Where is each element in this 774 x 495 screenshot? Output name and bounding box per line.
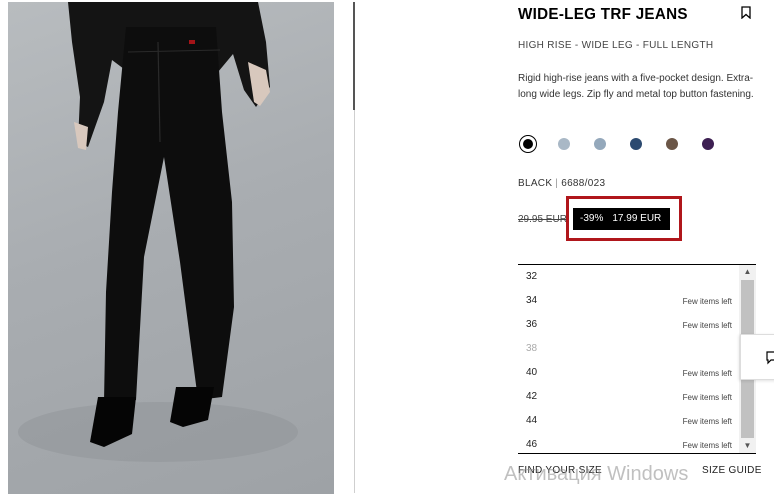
size-label: 46	[526, 439, 538, 450]
size-availability: Few items left	[682, 417, 732, 426]
discount-price-tag: -39% 17.99 EUR	[573, 208, 670, 230]
size-list: 32 34 Few items left 36 Few items left 3…	[518, 264, 756, 454]
model-wearing-jeans-image	[18, 2, 298, 462]
size-label: 44	[526, 415, 538, 426]
color-swatch-light-grey-blue[interactable]	[558, 138, 570, 150]
current-price: 17.99 EUR	[612, 213, 662, 224]
size-option-40[interactable]: 40 Few items left	[518, 361, 736, 385]
color-reference: BLACK | 6688/023	[518, 178, 605, 189]
product-title: WIDE-LEG TRF JEANS	[518, 6, 688, 23]
product-reference: 6688/023	[561, 178, 606, 189]
size-label: 36	[526, 319, 538, 330]
scroll-down-arrow-icon[interactable]: ▼	[739, 439, 756, 453]
size-label: 34	[526, 295, 538, 306]
color-swatches	[519, 135, 739, 155]
color-swatch-grey-blue[interactable]	[594, 138, 606, 150]
image-scroll-indicator[interactable]	[353, 2, 355, 110]
size-availability: Few items left	[682, 321, 732, 330]
product-subtitle: HIGH RISE - WIDE LEG - FULL LENGTH	[518, 40, 714, 51]
size-option-44[interactable]: 44 Few items left	[518, 409, 736, 433]
product-description: Rigid high-rise jeans with a five-pocket…	[518, 73, 754, 100]
size-availability: Few items left	[682, 297, 732, 306]
size-option-32[interactable]: 32	[518, 265, 736, 289]
size-label: 40	[526, 367, 538, 378]
chat-icon	[766, 351, 774, 365]
size-guide-link[interactable]: SIZE GUIDE	[702, 465, 762, 476]
color-separator: |	[555, 178, 559, 189]
panel-divider	[354, 110, 355, 493]
chat-side-tab[interactable]	[740, 334, 774, 380]
scroll-up-arrow-icon[interactable]: ▲	[739, 265, 756, 279]
color-swatch-black[interactable]	[519, 135, 537, 153]
windows-activation-watermark: Активация Windows	[504, 463, 689, 485]
size-availability: Few items left	[682, 393, 732, 402]
size-label: 32	[526, 271, 538, 282]
size-option-36[interactable]: 36 Few items left	[518, 313, 736, 337]
color-swatch-purple[interactable]	[702, 138, 714, 150]
size-option-38[interactable]: 38	[518, 337, 736, 361]
size-label: 38	[526, 343, 538, 354]
size-option-34[interactable]: 34 Few items left	[518, 289, 736, 313]
size-option-42[interactable]: 42 Few items left	[518, 385, 736, 409]
size-availability: Few items left	[682, 369, 732, 378]
size-availability: Few items left	[682, 441, 732, 450]
color-swatch-navy[interactable]	[630, 138, 642, 150]
color-swatch-brown[interactable]	[666, 138, 678, 150]
size-option-46[interactable]: 46 Few items left	[518, 433, 736, 457]
color-name: BLACK	[518, 178, 553, 189]
product-photo[interactable]	[8, 2, 334, 494]
bookmark-icon[interactable]	[741, 6, 751, 19]
discount-percent: -39%	[580, 213, 604, 224]
size-label: 42	[526, 391, 538, 402]
old-price: 29.95 EUR	[518, 214, 567, 225]
